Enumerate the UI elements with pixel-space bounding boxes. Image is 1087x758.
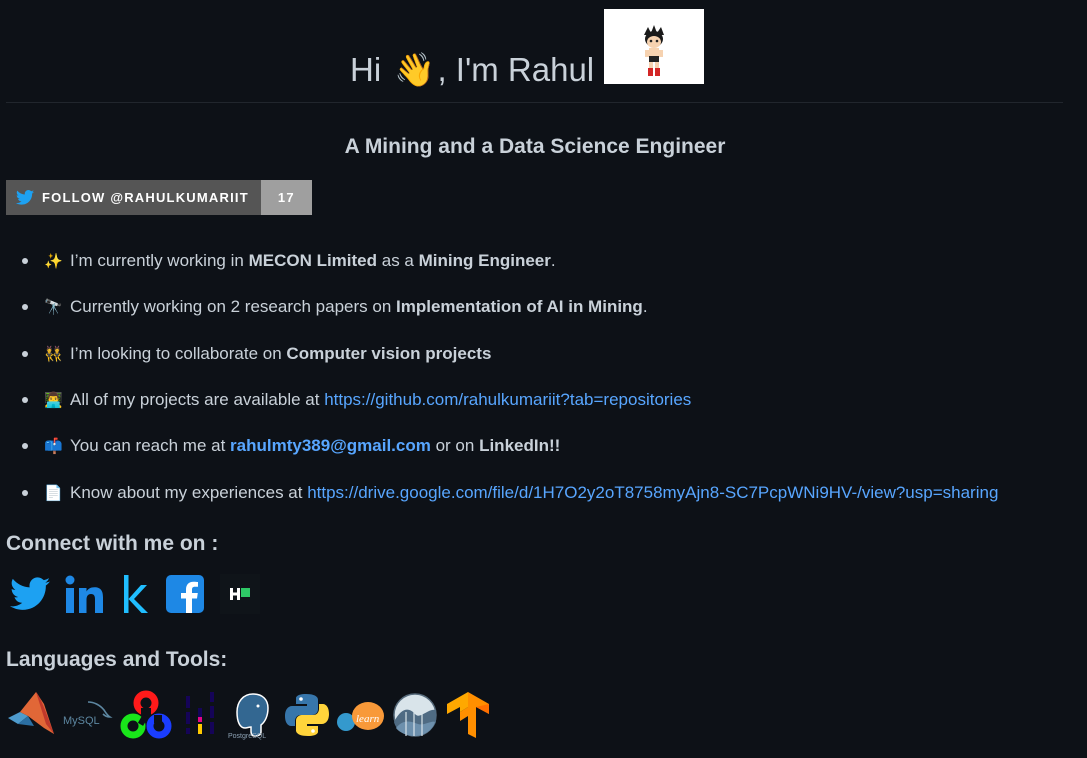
list-item: ✨ I’m currently working in MECON Limited… xyxy=(0,238,998,284)
tools-heading: Languages and Tools: xyxy=(6,648,228,671)
technologist-icon: 👨‍💻 xyxy=(44,392,63,410)
list-text: or on xyxy=(435,436,475,456)
list-item: 🔭 Currently working on 2 research papers… xyxy=(0,284,998,330)
wave-emoji-icon: 👋 xyxy=(394,51,436,88)
follow-label: FOLLOW @RAHULKUMARIIT xyxy=(42,190,249,205)
opencv-icon[interactable] xyxy=(120,690,172,745)
facebook-icon[interactable] xyxy=(165,574,205,619)
tensorflow-icon[interactable] xyxy=(444,690,492,745)
social-links xyxy=(10,574,275,619)
seaborn-icon[interactable] xyxy=(392,692,438,743)
list-item: 📫 You can reach me at rahulmty389@gmail.… xyxy=(0,423,998,469)
header-divider xyxy=(6,102,1063,103)
readme-page: Hi 👋, I'm Rahul A Mining and a Data Scie… xyxy=(0,0,1087,758)
mailbox-icon: 📫 xyxy=(44,438,63,456)
profile-header: Hi 👋, I'm Rahul xyxy=(350,8,705,88)
list-text: You can reach me at xyxy=(70,436,226,456)
mysql-icon[interactable]: MySQL xyxy=(62,690,114,745)
matlab-icon[interactable] xyxy=(6,690,56,745)
twitter-follow-button[interactable]: FOLLOW @RAHULKUMARIIT 17 xyxy=(6,180,312,215)
job-title: Mining Engineer xyxy=(418,251,551,271)
scikit-learn-icon[interactable]: learn xyxy=(336,692,386,743)
about-list: ✨ I’m currently working in MECON Limited… xyxy=(0,238,998,516)
list-item: 👨‍💻 All of my projects are available at … xyxy=(0,377,998,423)
list-text: as a xyxy=(381,251,414,271)
connect-heading: Connect with me on : xyxy=(6,532,219,555)
list-text: I’m looking to collaborate on xyxy=(70,343,282,363)
list-text: . xyxy=(550,251,556,271)
follow-label-box: FOLLOW @RAHULKUMARIIT xyxy=(6,180,261,215)
greeting-name: , I'm Rahul xyxy=(437,51,595,88)
page-icon: 📄 xyxy=(44,484,63,502)
company-name: MECON Limited xyxy=(248,251,378,271)
telescope-icon: 🔭 xyxy=(44,299,63,317)
python-icon[interactable] xyxy=(284,692,330,743)
resume-drive-link[interactable]: https://drive.google.com/file/d/1H7O2y2o… xyxy=(307,483,998,503)
collab-topic: Computer vision projects xyxy=(286,343,492,363)
github-repos-link[interactable]: https://github.com/rahulkumariit?tab=rep… xyxy=(324,390,691,410)
pandas-icon[interactable] xyxy=(178,690,222,745)
follower-count: 17 xyxy=(260,180,312,215)
list-text: I’m currently working in xyxy=(70,251,244,271)
sparkles-icon: ✨ xyxy=(44,253,63,271)
hackerrank-icon[interactable] xyxy=(220,574,260,619)
tools-list: MySQL PostgreSQL learn xyxy=(6,690,498,745)
list-item: 📄 Know about my experiences at https://d… xyxy=(0,469,998,515)
postgresql-icon[interactable]: PostgreSQL xyxy=(228,690,278,745)
postgresql-text: PostgreSQL xyxy=(228,733,266,740)
list-text: Know about my experiences at xyxy=(70,482,303,502)
subtitle: A Mining and a Data Science Engineer xyxy=(344,135,726,158)
kaggle-icon[interactable] xyxy=(122,574,150,619)
list-item: 👯 I’m looking to collaborate on Computer… xyxy=(0,331,998,377)
twitter-icon xyxy=(16,190,34,205)
list-text: Currently working on 2 research papers o… xyxy=(70,297,392,317)
dancers-icon: 👯 xyxy=(44,345,63,363)
astro-boy-avatar-icon xyxy=(604,9,705,84)
email-link[interactable]: rahulmty389@gmail.com xyxy=(230,436,431,456)
list-text: . xyxy=(642,297,648,317)
page-title: Hi 👋, I'm Rahul xyxy=(350,53,594,86)
linkedin-text: LinkedIn!! xyxy=(479,436,561,456)
research-topic: Implementation of AI in Mining xyxy=(396,297,643,317)
linkedin-icon[interactable] xyxy=(65,574,107,619)
mysql-text: MySQL xyxy=(63,715,100,727)
greeting-text: Hi xyxy=(350,51,391,88)
sklearn-text: learn xyxy=(356,713,380,725)
twitter-icon[interactable] xyxy=(10,576,50,617)
list-text: All of my projects are available at xyxy=(70,390,320,410)
